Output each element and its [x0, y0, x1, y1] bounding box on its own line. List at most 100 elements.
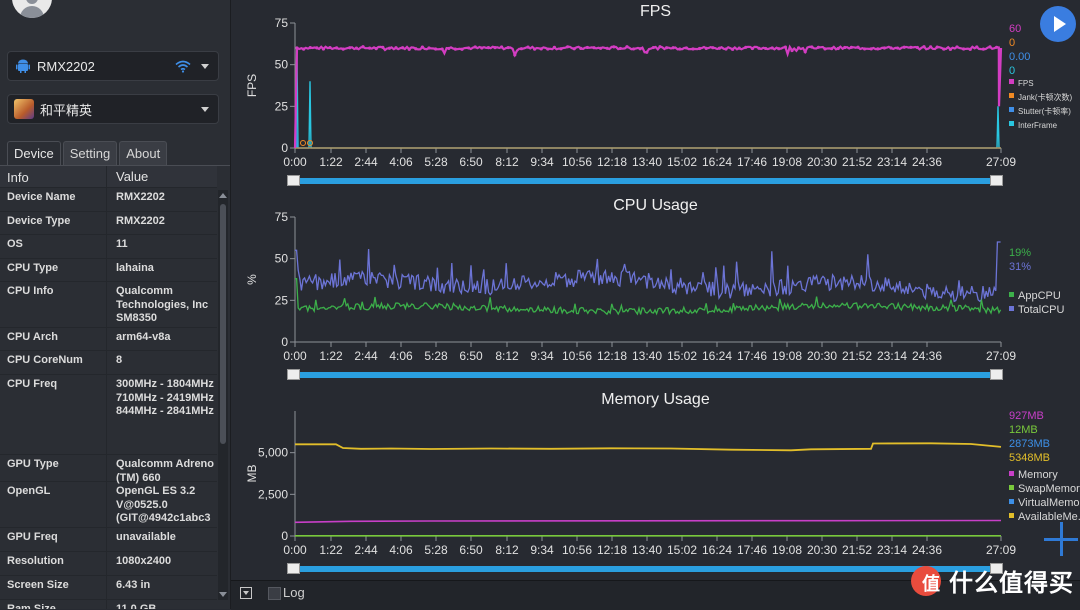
info-key: OpenGL [0, 482, 107, 527]
x-tick-label: 8:12 [495, 155, 519, 169]
x-tick-label: 4:06 [389, 543, 413, 557]
fps-point [876, 47, 880, 51]
y-tick-label: 0 [281, 141, 288, 155]
user-avatar[interactable] [12, 0, 52, 18]
fps-point [394, 46, 398, 50]
info-value: Qualcomm Technologies, Inc SM8350 [116, 285, 209, 324]
x-tick-label: 16:24 [702, 155, 732, 169]
fps-point [368, 46, 372, 50]
range-handle-left[interactable] [287, 563, 300, 574]
log-checkbox[interactable] [268, 587, 281, 600]
table-row: GPU Type Qualcomm Adreno (TM) 660 [0, 455, 217, 484]
x-tick-label: 21:52 [842, 543, 872, 557]
scroll-down-icon[interactable] [219, 592, 227, 597]
info-value: Qualcomm Adreno (TM) 660 [116, 458, 214, 484]
fps-point [711, 46, 715, 50]
fps-point [460, 47, 464, 51]
range-handle-right[interactable] [990, 369, 1003, 380]
x-tick-label: 5:28 [424, 155, 448, 169]
legend-swatch [1009, 485, 1014, 490]
current-value: 5348MB [1009, 452, 1050, 464]
fps-point [665, 46, 669, 50]
x-tick-label: 24:36 [912, 349, 942, 363]
fps-point [744, 45, 748, 49]
fps-point [638, 47, 642, 51]
info-key: CPU Freq [0, 375, 107, 454]
chevron-down-icon [243, 591, 249, 595]
info-key: Resolution [0, 552, 107, 575]
fps-time-slider[interactable] [287, 175, 1003, 186]
info-value: 11 [116, 238, 128, 250]
legend-swatch [1009, 471, 1014, 476]
legend-label: AppCPU [1018, 290, 1061, 302]
range-handle-left[interactable] [287, 175, 300, 186]
x-tick-label: 0:00 [283, 543, 307, 557]
fps-point [526, 45, 530, 49]
collapse-button[interactable] [240, 587, 252, 599]
game-dropdown[interactable]: 和平精英 [7, 94, 219, 124]
x-tick-label: 0:00 [283, 349, 307, 363]
legend-swatch [1009, 292, 1014, 297]
range-handle-right[interactable] [990, 175, 1003, 186]
info-value: 11.0 GB [116, 603, 157, 609]
x-tick-label: 5:28 [424, 349, 448, 363]
table-row: Device Name RMX2202 [0, 188, 217, 212]
play-button[interactable] [1040, 6, 1076, 42]
fps-point [968, 47, 972, 51]
stutter-line [294, 114, 1001, 149]
info-value: RMX2202 [116, 215, 165, 227]
scrollbar-thumb[interactable] [220, 204, 226, 444]
memory-time-slider[interactable] [287, 563, 1003, 574]
tab-device[interactable]: Device [7, 141, 61, 166]
fps-point [420, 45, 424, 49]
info-value: 300MHz - 1804MHz 710MHz - 2419MHz 844MHz… [116, 378, 214, 417]
legend-swatch [1009, 121, 1014, 126]
y-tick-label: 25 [275, 293, 289, 307]
tab-setting[interactable]: Setting [62, 141, 118, 166]
range-handle-left[interactable] [287, 369, 300, 380]
fps-point [453, 47, 457, 51]
fps-point [671, 46, 675, 50]
current-value: 0.00 [1009, 51, 1030, 63]
x-tick-label: 13:40 [632, 155, 662, 169]
table-row: CPU CoreNum 8 [0, 351, 217, 375]
info-scrollbar[interactable] [218, 190, 228, 600]
wifi-icon [175, 60, 191, 73]
fps-point [691, 47, 695, 51]
x-tick-label: 23:14 [877, 155, 907, 169]
fps-point [948, 47, 953, 51]
fps-point [552, 45, 556, 49]
table-row: Device Type RMX2202 [0, 212, 217, 235]
x-tick-label: 2:44 [354, 155, 378, 169]
x-tick-label: 1:22 [319, 543, 343, 557]
x-tick-label: 9:34 [530, 155, 554, 169]
x-tick-label: 17:46 [737, 349, 767, 363]
fps-point [777, 47, 781, 51]
device-dropdown[interactable]: RMX2202 [7, 51, 219, 81]
fps-point [447, 46, 451, 51]
legend-label: SwapMemory [1018, 483, 1080, 495]
table-row: CPU Arch arm64-v8a [0, 328, 217, 351]
left-panel: RMX2202 和平精英 Device Setting About Info V… [0, 0, 231, 609]
fps-point [988, 45, 992, 49]
fps-point [546, 47, 550, 51]
cpu-time-slider[interactable] [287, 369, 1003, 380]
table-row: Resolution 1080x2400 [0, 552, 217, 576]
fps-point [651, 45, 655, 50]
fps-line [293, 44, 1003, 149]
x-tick-label: 1:22 [319, 349, 343, 363]
table-row: CPU Freq 300MHz - 1804MHz 710MHz - 2419MH… [0, 375, 217, 455]
current-value: 927MB [1009, 410, 1044, 422]
add-button[interactable] [1044, 522, 1078, 556]
legend-swatch [1009, 499, 1014, 504]
scroll-up-icon[interactable] [219, 193, 227, 198]
tab-about[interactable]: About [119, 141, 168, 166]
info-key: Device Type [0, 212, 107, 234]
memory-line [294, 519, 1002, 524]
fps-point [915, 45, 920, 50]
play-icon [1054, 16, 1066, 32]
fps-point [467, 46, 471, 50]
fps-point [909, 45, 913, 49]
info-key: GPU Freq [0, 528, 107, 551]
info-key: Screen Size [0, 576, 107, 599]
